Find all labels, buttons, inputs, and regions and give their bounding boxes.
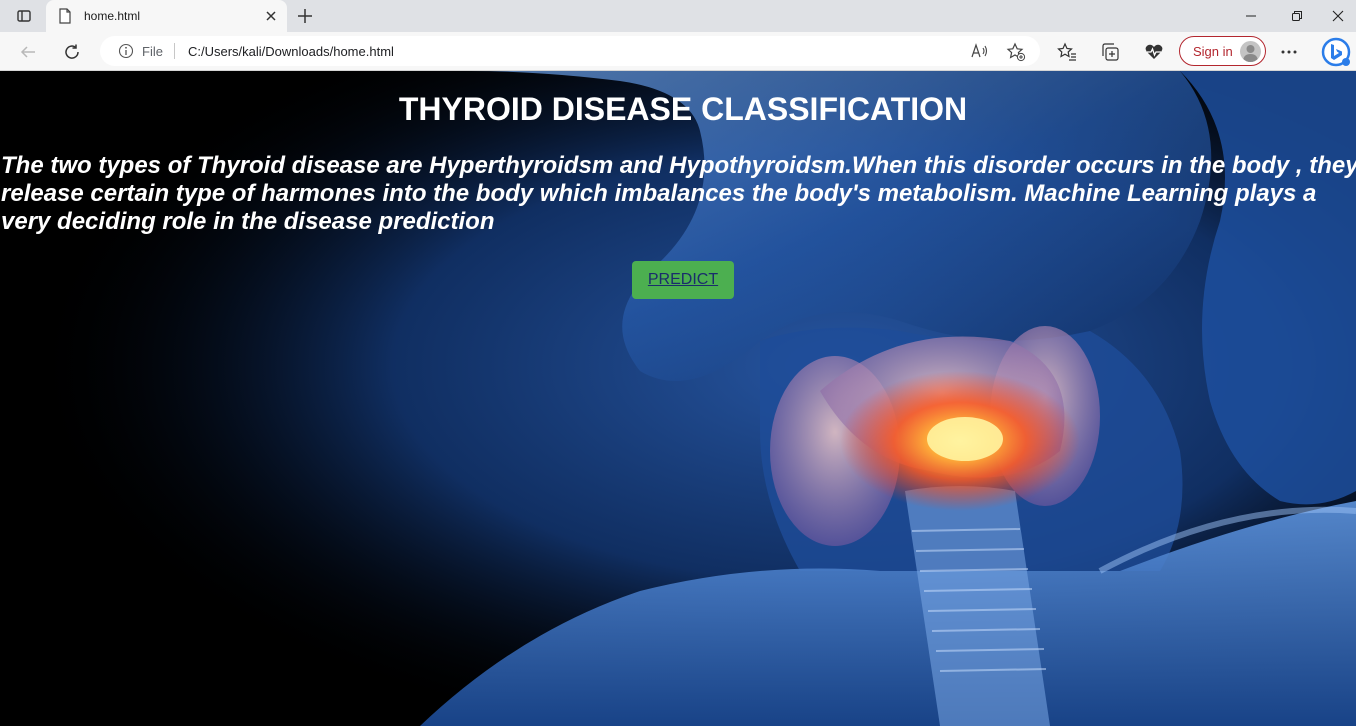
- browser-essentials-button[interactable]: [1142, 40, 1166, 64]
- restore-button[interactable]: [1274, 0, 1320, 32]
- avatar: [1240, 41, 1261, 62]
- sign-in-button[interactable]: Sign in: [1179, 36, 1266, 66]
- plus-icon: [298, 9, 312, 23]
- back-button[interactable]: [15, 39, 41, 65]
- bing-copilot-button[interactable]: [1320, 36, 1352, 68]
- page-description: The two types of Thyroid disease are Hyp…: [1, 152, 1356, 235]
- url-text[interactable]: C:/Users/kali/Downloads/home.html: [188, 44, 394, 59]
- page-viewport: THYROID DISEASE CLASSIFICATION The two t…: [0, 71, 1356, 726]
- tab-title: home.html: [84, 9, 141, 23]
- close-tab-icon[interactable]: [264, 9, 278, 23]
- heart-pulse-icon: [1145, 44, 1163, 59]
- active-tab[interactable]: home.html: [46, 0, 287, 32]
- divider: [174, 43, 175, 59]
- minimize-icon: [1246, 15, 1256, 17]
- add-favorite-icon[interactable]: [1006, 42, 1026, 62]
- predict-button[interactable]: PREDICT: [632, 261, 734, 299]
- favorites-icon: [1057, 42, 1076, 61]
- reload-button[interactable]: [59, 39, 85, 65]
- favorites-button[interactable]: [1055, 40, 1079, 64]
- scheme-label: File: [142, 44, 163, 59]
- minimize-button[interactable]: [1228, 0, 1274, 32]
- arrow-left-icon: [20, 46, 35, 58]
- browser-toolbar: File C:/Users/kali/Downloads/home.html S…: [0, 32, 1356, 71]
- info-icon[interactable]: [118, 43, 134, 59]
- new-tab-button[interactable]: [294, 5, 316, 27]
- read-aloud-icon[interactable]: [970, 42, 990, 60]
- reload-icon: [65, 44, 79, 59]
- sign-in-label: Sign in: [1193, 44, 1233, 59]
- collections-icon: [1102, 43, 1119, 61]
- close-window-button[interactable]: [1320, 0, 1356, 32]
- tab-actions-icon: [17, 10, 31, 22]
- tab-strip: home.html: [0, 0, 1356, 32]
- restore-icon: [1292, 11, 1302, 21]
- bing-icon: [1321, 37, 1351, 67]
- page-title: THYROID DISEASE CLASSIFICATION: [398, 91, 968, 127]
- close-icon: [1332, 10, 1344, 22]
- file-icon: [59, 8, 71, 24]
- address-bar[interactable]: File C:/Users/kali/Downloads/home.html: [100, 36, 1040, 66]
- more-options-button[interactable]: [1277, 40, 1301, 64]
- user-icon: [1243, 45, 1258, 62]
- predict-link[interactable]: PREDICT: [648, 271, 718, 289]
- tab-actions-button[interactable]: [8, 4, 40, 28]
- more-icon: [1281, 50, 1297, 54]
- collections-button[interactable]: [1098, 40, 1122, 64]
